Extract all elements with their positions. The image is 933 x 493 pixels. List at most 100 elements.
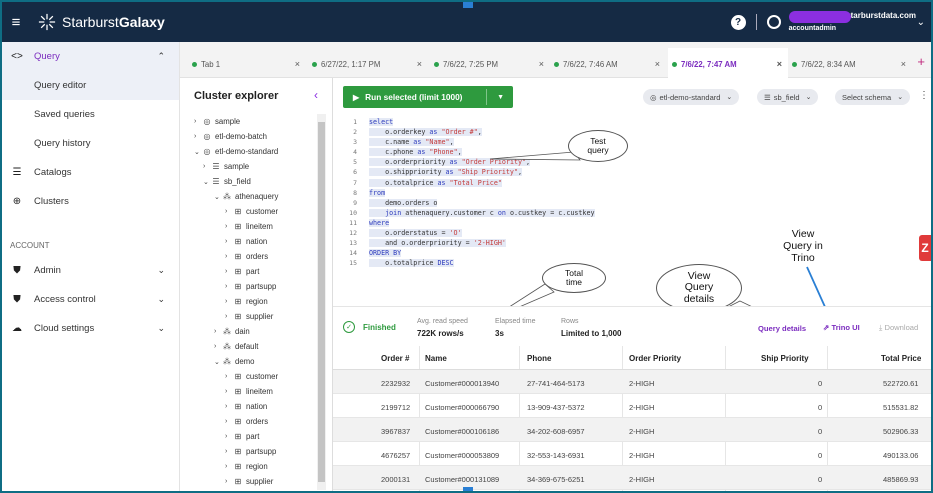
close-icon[interactable]: × [417,59,422,69]
query-details-callout: View Query details [656,264,742,312]
table-icon: ⊞ [234,297,242,306]
explorer-scrollbar[interactable] [317,114,326,490]
close-icon[interactable]: × [655,59,660,69]
chevron-down-icon: ⌄ [805,94,812,101]
check-circle-icon: ✓ [343,321,355,333]
code-line: o.shippriority as "Ship Priority", [369,168,523,177]
tree-item[interactable]: › ⊞ nation [194,399,316,414]
sidebar-item-label: Access control [34,294,96,305]
sidebar-item-cloud-settings[interactable]: ☁ Cloud settings ⌄ [2,314,179,343]
schema-select[interactable]: Select schema ⌄ [835,89,911,105]
column-header[interactable]: Ship Priority [761,354,809,363]
tab-5-active[interactable]: 7/6/22, 7:47 AM × [672,56,782,72]
tree-item[interactable]: › ⊞ lineitem [194,384,316,399]
sidebar-item-clusters[interactable]: ⊕ Clusters [2,187,179,216]
tree-item[interactable]: › ◎ etl-demo-batch [194,129,316,144]
total-time-callout: Total time [542,263,606,293]
code-line: o.orderpriority as "Order Priority", [369,158,531,167]
close-icon[interactable]: × [295,59,300,69]
tree-item[interactable]: › ⊞ region [194,294,316,309]
table-row[interactable]: 2000131 Customer#000131089 34-369-675-62… [333,466,931,490]
column-header[interactable]: Name [425,354,447,363]
hamburger-icon[interactable]: ≡ [2,14,30,31]
tree-item[interactable]: ⌄ ⁂ demo [194,354,316,369]
tab-2[interactable]: 6/27/22, 1:17 PM × [312,56,422,72]
sidebar-item-query[interactable]: <> Query ⌃ [2,42,179,71]
scroll-thumb[interactable] [318,122,325,482]
cluster-icon: ◎ [650,92,657,102]
tree-item[interactable]: › ⊞ part [194,264,316,279]
schema-icon: ⁂ [223,327,231,336]
sidebar-item-label: Clusters [34,196,69,207]
download-button[interactable]: ⤓ Download [879,323,918,333]
sidebar-item-query-editor[interactable]: Query editor [2,71,179,100]
tree-item[interactable]: ⌄ ◎ etl-demo-standard [194,144,316,159]
add-tab-icon[interactable]: + [917,54,925,69]
tree-item[interactable]: › ⊞ customer [194,204,316,219]
status-dot [672,61,677,67]
table-icon: ⊞ [234,267,242,276]
sidebar-item-access-control[interactable]: ⛊ Access control ⌄ [2,285,179,314]
tab-1[interactable]: Tab 1 × [192,56,300,72]
table-row[interactable]: 2232932 Customer#000013940 27-741-464-51… [333,370,931,394]
sidebar-item-admin[interactable]: ⛊ Admin ⌄ [2,256,179,285]
tree-item[interactable]: › ⊞ supplier [194,474,316,489]
tree-item[interactable]: › ⁂ dain [194,324,316,339]
sidebar-item-saved-queries[interactable]: Saved queries [2,100,179,129]
chevron-down-icon[interactable]: ▼ [497,94,504,101]
tree-item[interactable]: ⌄ ☰ sb_field [194,174,316,189]
tree-item[interactable]: › ⁂ default [194,339,316,354]
table-row[interactable]: 4676257 Customer#000053809 32-553-143-69… [333,442,931,466]
user-menu[interactable]: tarburstdata.com accountadmin [785,8,916,36]
close-icon[interactable]: × [901,59,906,69]
tab-6[interactable]: 7/6/22, 8:34 AM × [792,56,906,72]
chevron-down-icon[interactable]: ⌄ [917,17,925,28]
redacted-username [788,11,851,23]
run-selected-button[interactable]: ▶ Run selected (limit 1000) ▼ [343,86,513,108]
tree-item[interactable]: › ⊞ partsupp [194,279,316,294]
table-row[interactable]: 3967837 Customer#000106186 34-202-608-69… [333,418,931,442]
tree-item[interactable]: › ☰ sample [194,159,316,174]
tree-item[interactable]: › ⊞ nation [194,234,316,249]
help-icon[interactable]: ? [730,14,746,30]
line-gutter: 1 2 3 4 5 6 7 8 9 10 11 12 13 14 15 [349,118,357,268]
query-details-link[interactable]: Query details [758,324,806,333]
sidebar-item-label: Admin [34,265,61,276]
feedback-tab[interactable]: Z [919,235,931,261]
schema-icon: ⁂ [223,342,231,351]
close-icon[interactable]: × [777,59,782,69]
more-options-icon[interactable]: ⋮ [919,90,929,101]
catalog-icon: ☰ [212,162,220,171]
cloud-icon: ☁ [12,323,22,334]
table-row[interactable]: 2199712 Customer#000066790 13-909-437-53… [333,394,931,418]
table-icon: ⊞ [234,282,242,291]
cluster-select[interactable]: ◎ etl-demo-standard ⌄ [643,89,740,105]
catalog-select[interactable]: ☰ sb_field ⌄ [757,89,819,105]
column-header[interactable]: Order # [381,354,409,363]
sidebar-item-catalogs[interactable]: ☰ Catalogs [2,158,179,187]
code-line: join athenaquery.customer c on o.custkey… [369,208,595,219]
close-icon[interactable]: × [539,59,544,69]
tree-item[interactable]: › ⊞ lineitem [194,219,316,234]
user-icon[interactable] [766,15,781,29]
tab-4[interactable]: 7/6/22, 7:46 AM × [554,56,660,72]
tree-item[interactable]: › ◎ sample [194,114,316,129]
column-header[interactable]: Order Priority [629,354,681,363]
table-header: Order # Name Phone Order Priority Ship P… [333,346,931,370]
globe-icon: ⊕ [12,196,22,207]
sidebar-item-query-history[interactable]: Query history [2,129,179,158]
tree-item[interactable]: › ⊞ part [194,429,316,444]
tree-item[interactable]: › ⊞ partsupp [194,444,316,459]
column-header[interactable]: Phone [527,354,551,363]
tree-item[interactable]: › ⊞ orders [194,414,316,429]
tree-item[interactable]: › ⊞ supplier [194,309,316,324]
trino-ui-link[interactable]: ⇗ Trino UI [823,323,860,332]
tree-item[interactable]: ⌄ ⁂ athenaquery [194,189,316,204]
tree-item[interactable]: › ⊞ orders [194,249,316,264]
column-header[interactable]: Total Price [881,354,921,363]
tab-3[interactable]: 7/6/22, 7:25 PM × [434,56,544,72]
tree-item[interactable]: › ⊞ customer [194,369,316,384]
tree-item[interactable]: › ⊞ region [194,459,316,474]
logo[interactable]: StarburstGalaxy [38,13,165,31]
sql-editor[interactable]: 1 2 3 4 5 6 7 8 9 10 11 12 13 14 15 select o.orderkey … [333,114,931,306]
